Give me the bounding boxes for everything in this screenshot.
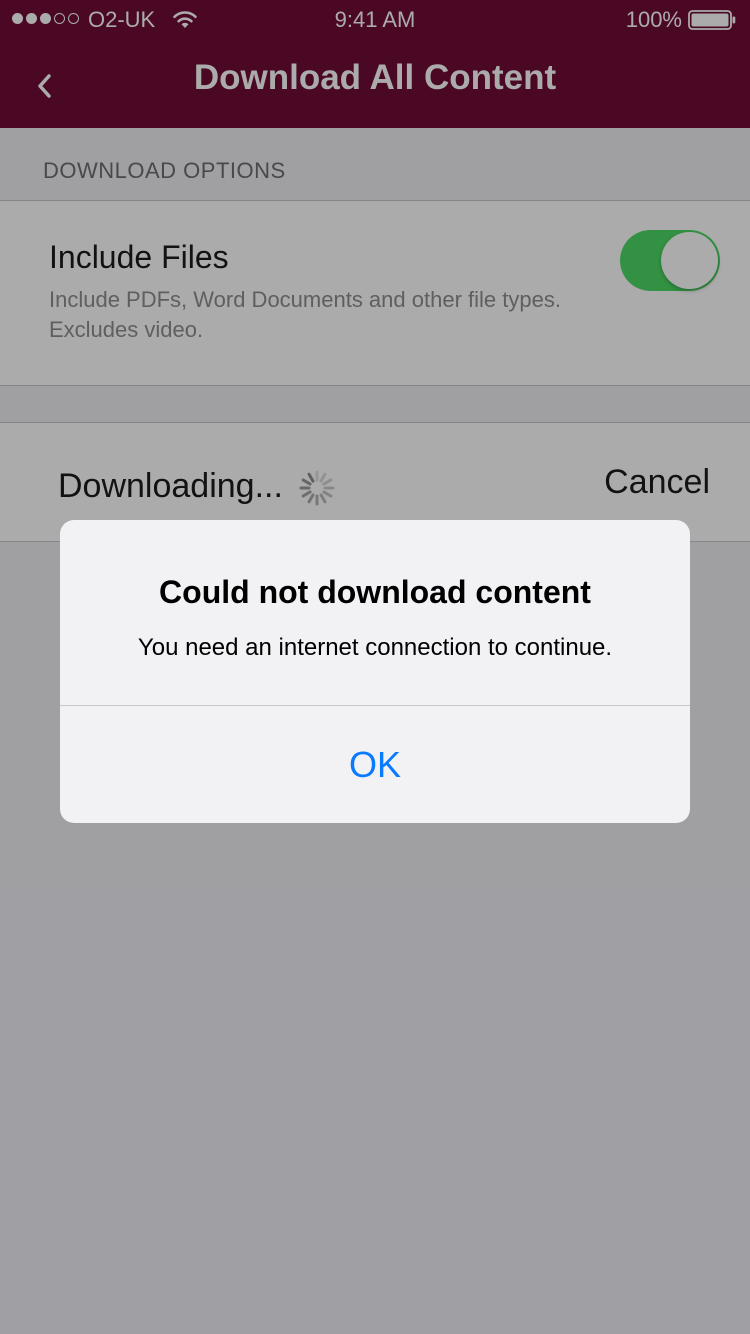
alert-title: Could not download content [159, 574, 591, 610]
alert-dialog: Could not download content You need an i… [60, 520, 690, 823]
alert-ok-button[interactable]: OK [60, 706, 690, 823]
alert-message: You need an internet connection to conti… [137, 634, 613, 661]
